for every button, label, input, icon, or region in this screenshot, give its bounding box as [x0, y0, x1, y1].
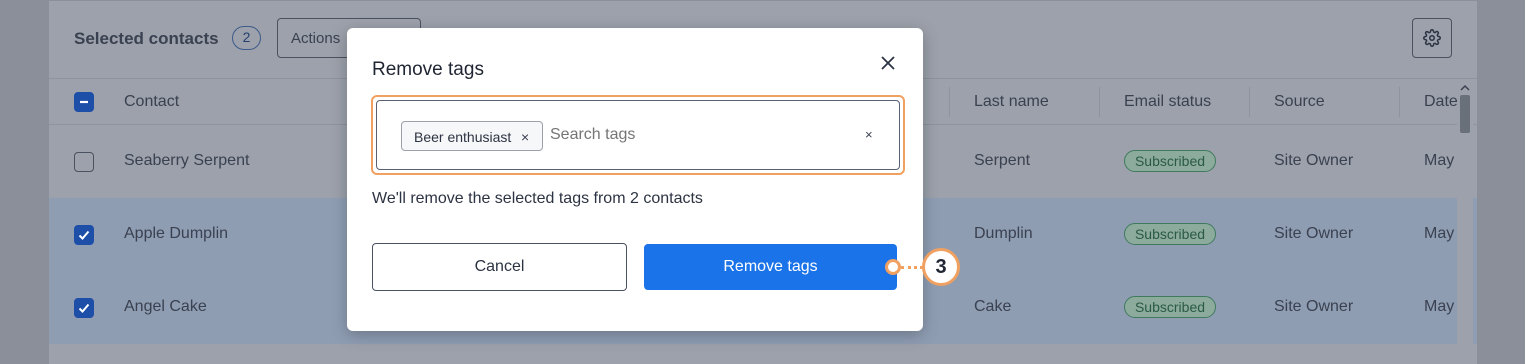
header-date[interactable]: Date	[1424, 93, 1458, 111]
selected-contacts-label: Selected contacts	[74, 29, 219, 48]
column-divider	[949, 87, 950, 117]
last-name: Serpent	[974, 152, 1031, 169]
column-divider	[1099, 87, 1100, 117]
dialog-title: Remove tags	[372, 59, 484, 80]
screen: Selected contacts 2 Actions Contact Last…	[0, 0, 1525, 364]
contact-name: Apple Dumplin	[124, 225, 229, 242]
callout-step-number: 3	[922, 248, 960, 286]
remove-chip-icon[interactable]: ×	[521, 129, 529, 145]
scroll-up-icon[interactable]	[1457, 83, 1473, 93]
remove-tags-dialog: Remove tags Beer enthusiast × × We'll re…	[347, 28, 923, 331]
tag-chip-label: Beer enthusiast	[414, 129, 512, 145]
tag-chip: Beer enthusiast ×	[401, 121, 543, 151]
status-badge: Subscribed	[1124, 150, 1216, 172]
cancel-button[interactable]: Cancel	[372, 243, 627, 291]
header-last-name[interactable]: Last name	[974, 93, 1049, 111]
header-source[interactable]: Source	[1274, 93, 1325, 111]
status-badge: Subscribed	[1124, 223, 1216, 245]
remove-tags-button[interactable]: Remove tags	[644, 244, 897, 290]
callout-marker	[885, 259, 901, 275]
vertical-scrollbar[interactable]	[1457, 81, 1473, 364]
header-contact[interactable]: Contact	[124, 93, 179, 111]
last-name: Dumplin	[974, 225, 1033, 242]
row-checkbox[interactable]	[74, 298, 94, 318]
row-checkbox[interactable]	[74, 225, 94, 245]
date: May	[1424, 298, 1455, 315]
source: Site Owner	[1274, 152, 1354, 169]
date: May	[1424, 152, 1455, 169]
source: Site Owner	[1274, 225, 1354, 242]
column-divider	[1249, 87, 1250, 117]
callout-connector	[901, 266, 923, 269]
gear-icon	[1423, 29, 1441, 47]
settings-button[interactable]	[1412, 18, 1452, 58]
date: May	[1424, 225, 1455, 242]
tag-field-highlight: Beer enthusiast × ×	[371, 95, 905, 175]
clear-icon[interactable]: ×	[865, 127, 873, 142]
contact-name: Angel Cake	[124, 298, 207, 315]
last-name: Cake	[974, 298, 1012, 315]
selected-count-badge: 2	[232, 26, 261, 50]
dialog-info-text: We'll remove the selected tags from 2 co…	[372, 190, 703, 207]
close-button[interactable]	[877, 52, 899, 74]
search-tags-input[interactable]	[550, 126, 830, 144]
contact-name: Seaberry Serpent	[124, 152, 250, 169]
column-divider	[1399, 87, 1400, 117]
header-email-status[interactable]: Email status	[1124, 93, 1211, 111]
close-icon	[881, 56, 895, 70]
scroll-thumb[interactable]	[1460, 95, 1470, 133]
status-badge: Subscribed	[1124, 296, 1216, 318]
source: Site Owner	[1274, 298, 1354, 315]
tag-selector[interactable]: Beer enthusiast × ×	[376, 100, 900, 170]
row-checkbox[interactable]	[74, 152, 94, 172]
select-all-checkbox[interactable]	[74, 92, 94, 112]
